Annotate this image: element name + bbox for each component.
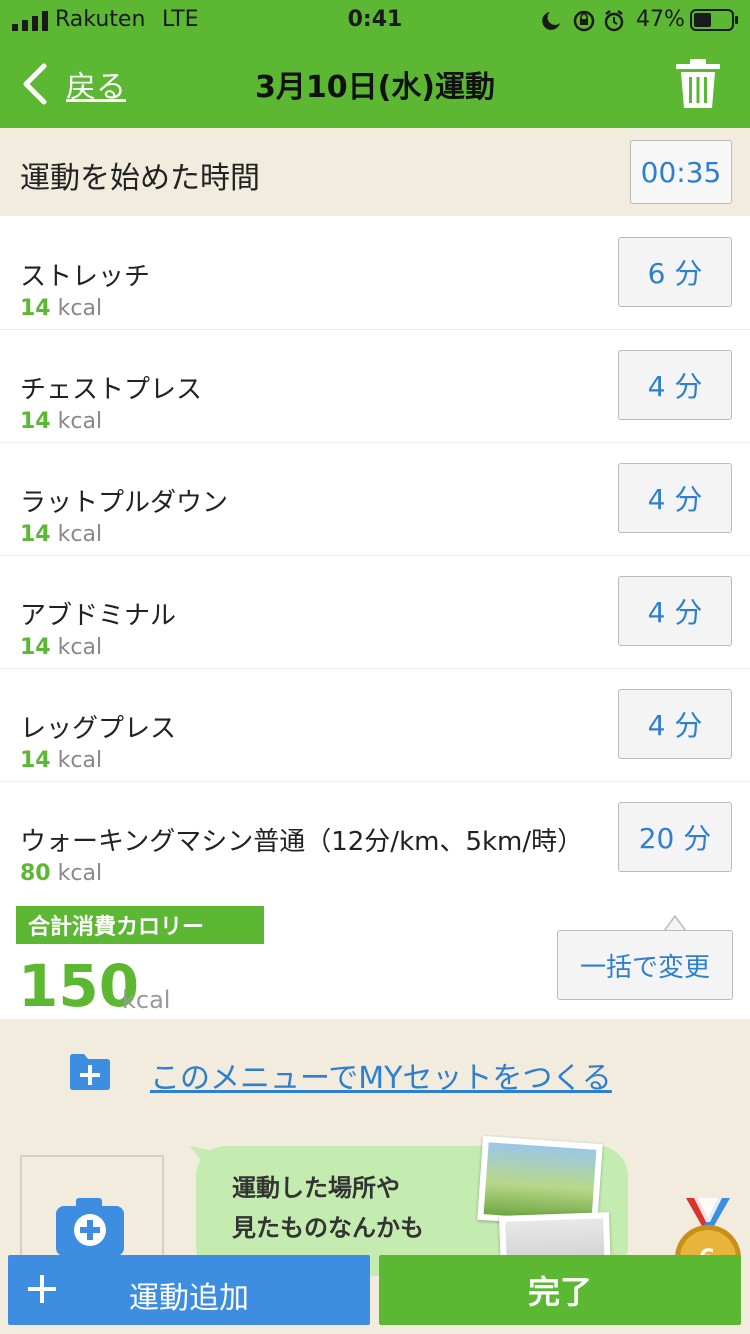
chevron-left-icon xyxy=(23,63,47,105)
camera-plus-icon[interactable] xyxy=(56,1196,126,1256)
kcal-value: 14 xyxy=(20,522,51,547)
kcal-unit: kcal xyxy=(57,409,103,434)
add-exercise-button[interactable]: 運動追加 xyxy=(8,1255,370,1325)
promo-line-1: 運動した場所や xyxy=(232,1174,400,1202)
total-unit: kcal xyxy=(122,986,171,1014)
battery-icon xyxy=(690,9,738,31)
exercise-name: チェストプレス xyxy=(20,375,203,405)
folder-plus-icon[interactable] xyxy=(68,1051,112,1091)
start-time-label: 運動を始めた時間 xyxy=(20,161,260,196)
kcal-value: 14 xyxy=(20,635,51,660)
kcal-unit: kcal xyxy=(57,861,103,886)
duration-button[interactable]: 4 分 xyxy=(618,350,732,420)
status-bar: Rakuten LTE 0:41 47% xyxy=(0,0,750,40)
exercise-kcal: 14 kcal xyxy=(20,296,102,321)
exercise-name: ストレッチ xyxy=(20,262,151,292)
total-label: 合計消費カロリー xyxy=(16,906,264,944)
total-value: 150 xyxy=(18,952,140,1020)
trash-icon[interactable] xyxy=(672,58,724,110)
kcal-value: 14 xyxy=(20,748,51,773)
back-label: 戻る xyxy=(66,70,126,105)
total-section: 合計消費カロリー 150 kcal 一括で変更 xyxy=(0,894,750,1020)
exercise-kcal: 14 kcal xyxy=(20,748,102,773)
page-title: 3月10日(水)運動 xyxy=(254,70,496,105)
list-item[interactable]: ストレッチ 14 kcal 6 分 xyxy=(0,216,750,330)
exercise-kcal: 14 kcal xyxy=(20,635,102,660)
battery-percent: 47% xyxy=(636,7,685,32)
done-button[interactable]: 完了 xyxy=(379,1255,741,1325)
exercise-name: ウォーキングマシン普通（12分/km、5km/時） xyxy=(20,827,584,857)
moon-icon xyxy=(542,12,560,30)
start-time-row: 運動を始めた時間 00:35 xyxy=(0,128,750,217)
orientation-lock-icon xyxy=(573,10,595,32)
myset-section: このメニューでMYセットをつくる xyxy=(0,1019,750,1124)
exercise-name: アブドミナル xyxy=(20,601,177,631)
list-item[interactable]: アブドミナル 14 kcal 4 分 xyxy=(0,555,750,669)
exercise-kcal: 14 kcal xyxy=(20,409,102,434)
exercise-kcal: 80 kcal xyxy=(20,861,102,886)
alarm-icon xyxy=(604,10,624,32)
duration-button[interactable]: 6 分 xyxy=(618,237,732,307)
bulk-change-button[interactable]: 一括で変更 xyxy=(557,930,733,1000)
kcal-value: 14 xyxy=(20,409,51,434)
exercise-name: ラットプルダウン xyxy=(20,488,229,518)
photo-image xyxy=(483,1142,597,1222)
start-time-button[interactable]: 00:35 xyxy=(630,140,732,204)
kcal-unit: kcal xyxy=(57,522,103,547)
duration-button[interactable]: 4 分 xyxy=(618,576,732,646)
status-icons xyxy=(542,10,624,32)
add-exercise-label: 運動追加 xyxy=(129,1281,249,1316)
exercise-list: ストレッチ 14 kcal 6 分 チェストプレス 14 kcal 4 分 ラッ… xyxy=(0,216,750,895)
list-item[interactable]: ウォーキングマシン普通（12分/km、5km/時） 80 kcal 20 分 xyxy=(0,781,750,895)
promo-line-2: 見たものなんかも xyxy=(232,1214,424,1242)
kcal-value: 80 xyxy=(20,861,51,886)
kcal-unit: kcal xyxy=(57,296,103,321)
list-item[interactable]: レッグプレス 14 kcal 4 分 xyxy=(0,668,750,782)
list-item[interactable]: チェストプレス 14 kcal 4 分 xyxy=(0,329,750,443)
kcal-unit: kcal xyxy=(57,635,103,660)
duration-button[interactable]: 4 分 xyxy=(618,689,732,759)
exercise-kcal: 14 kcal xyxy=(20,522,102,547)
kcal-value: 14 xyxy=(20,296,51,321)
duration-button[interactable]: 20 分 xyxy=(618,802,732,872)
kcal-unit: kcal xyxy=(57,748,103,773)
duration-button[interactable]: 4 分 xyxy=(618,463,732,533)
list-item[interactable]: ラットプルダウン 14 kcal 4 分 xyxy=(0,442,750,556)
back-button[interactable]: 戻る xyxy=(20,56,126,112)
header-bar: Rakuten LTE 0:41 47% 戻る 3月10日(水)運動 xyxy=(0,0,750,128)
create-myset-link[interactable]: このメニューでMYセットをつくる xyxy=(150,1053,612,1097)
exercise-name: レッグプレス xyxy=(20,714,177,744)
